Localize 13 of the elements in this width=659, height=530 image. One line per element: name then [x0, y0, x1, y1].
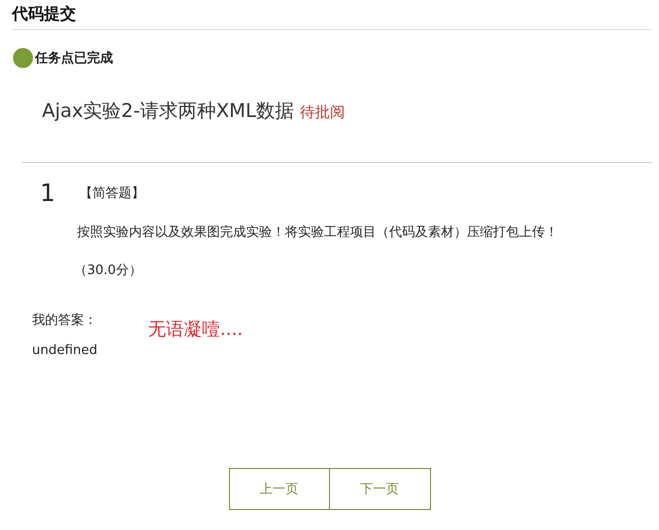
question-type: 【简答题】 [79, 185, 144, 202]
task-status-label: 任务点已完成 [35, 50, 113, 67]
assignment-title: Ajax实验2-请求两种XML数据 [42, 99, 294, 124]
page-button[interactable]: 上一页 [228, 468, 330, 510]
question-score: （30.0分） [74, 263, 142, 278]
answer-text: undefined [32, 343, 98, 358]
page-button[interactable]: 下一页 [330, 468, 430, 510]
page-title: 代码提交 [12, 4, 76, 25]
question-number: 1 [40, 179, 56, 207]
review-status: 待批阅 [300, 103, 346, 122]
answer-label: 我的答案： [32, 312, 97, 329]
annotation-text: 无语凝噎.... [148, 318, 243, 341]
question-text: 按照实验内容以及效果图完成实验！将实验工程项目（代码及素材）压缩打包上传！ [77, 225, 558, 240]
